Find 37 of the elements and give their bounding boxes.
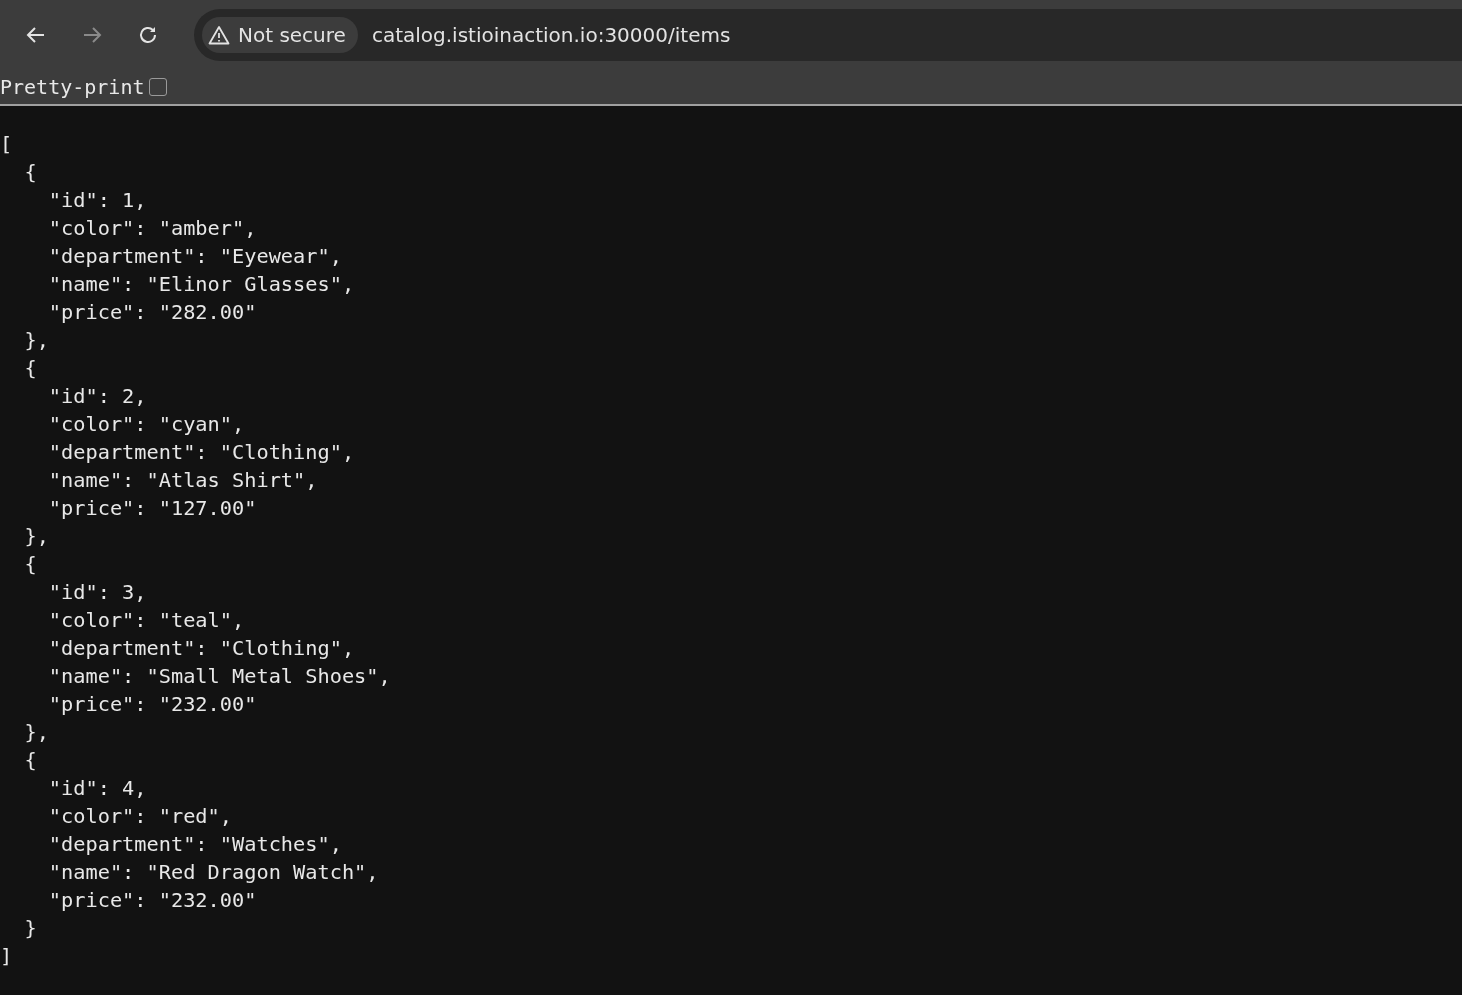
json-line: "name": "Atlas Shirt", (47, 467, 318, 494)
json-line: "color": "teal", (47, 607, 245, 634)
json-line: }, (23, 523, 49, 550)
json-line: "price": "127.00" (47, 495, 257, 522)
json-line: "price": "232.00" (47, 691, 257, 718)
json-line: }, (23, 719, 49, 746)
pretty-print-checkbox[interactable] (148, 78, 167, 96)
json-line: [ (0, 131, 13, 158)
json-line: { (23, 551, 37, 578)
security-chip[interactable]: Not secure (202, 17, 358, 53)
json-line: "department": "Clothing", (47, 439, 355, 466)
json-line: "department": "Eyewear", (47, 243, 342, 270)
json-line: "price": "232.00" (47, 887, 257, 914)
json-line: "color": "red", (47, 803, 232, 830)
json-line: { (23, 159, 37, 186)
json-line: "name": "Elinor Glasses", (47, 271, 355, 298)
json-line: }, (23, 327, 49, 354)
json-line: "id": 3, (47, 579, 147, 606)
json-line: "name": "Red Dragon Watch", (47, 859, 379, 886)
json-line: { (23, 747, 37, 774)
url-text: catalog.istioinaction.io:30000/items (371, 23, 731, 47)
reload-icon (137, 24, 159, 46)
pretty-print-label: Pretty-print (0, 75, 145, 99)
json-line: "color": "cyan", (47, 411, 245, 438)
json-line: "id": 2, (47, 383, 147, 410)
json-line: "name": "Small Metal Shoes", (47, 663, 391, 690)
json-line: { (23, 355, 37, 382)
json-line: "id": 4, (47, 775, 147, 802)
address-bar[interactable]: Not secure catalog.istioinaction.io:30000/items (194, 9, 1462, 61)
json-line: "department": "Clothing", (47, 635, 355, 662)
json-line: "color": "amber", (47, 215, 257, 242)
json-line: } (23, 915, 37, 942)
json-line: "price": "282.00" (47, 299, 257, 326)
warning-icon (208, 25, 230, 45)
json-line: "department": "Watches", (47, 831, 342, 858)
json-line: ] (0, 943, 13, 970)
json-line: "id": 1, (47, 187, 147, 214)
